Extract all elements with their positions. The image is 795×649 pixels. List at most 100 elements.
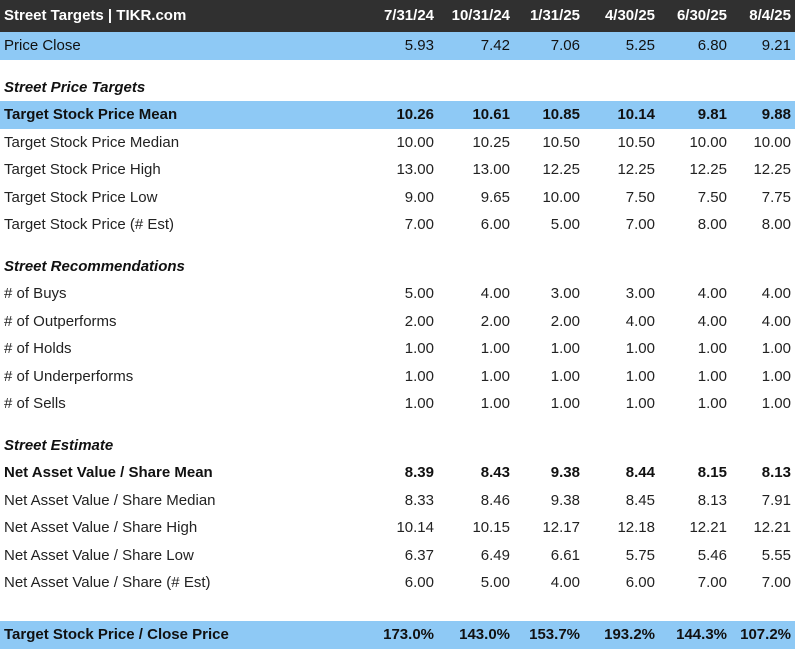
row-label: # of Sells xyxy=(4,395,66,412)
cell-value: 10.00 xyxy=(542,188,580,206)
row-label: Target Stock Price Mean xyxy=(4,106,178,123)
date-header: 10/31/24 xyxy=(451,7,510,24)
cell-value: 5.93 xyxy=(404,37,434,54)
cell-value: 13.00 xyxy=(472,161,510,178)
cell-value: 4.00 xyxy=(480,285,510,302)
cell-value: 7.75 xyxy=(761,188,791,206)
row-label: Net Asset Value / Share Median xyxy=(4,491,216,509)
row-label: Target Stock Price / Close Price xyxy=(4,625,229,643)
cell-value: 1.00 xyxy=(625,367,655,385)
cell-value: 9.21 xyxy=(761,37,791,54)
row-label: Price Close xyxy=(4,37,81,54)
date-header: 6/30/25 xyxy=(676,7,727,24)
cell-value: 12.21 xyxy=(753,519,791,536)
spacer-row xyxy=(0,418,795,432)
cell-value: 10.26 xyxy=(396,106,434,123)
cell-value: 7.00 xyxy=(697,574,727,591)
date-header: 7/31/24 xyxy=(383,7,434,24)
table-row: Net Asset Value / Share (# Est) 6.00 5.0… xyxy=(0,569,795,597)
row-label: Target Stock Price Low xyxy=(4,188,158,206)
cell-value: 9.65 xyxy=(480,188,510,206)
cell-value: 8.44 xyxy=(625,464,655,481)
cell-value: 143.0% xyxy=(459,625,510,643)
section-title: Street Recommendations xyxy=(4,257,185,275)
price-close-row: Price Close 5.93 7.42 7.06 5.25 6.80 9.2… xyxy=(0,32,795,60)
cell-value: 7.50 xyxy=(697,188,727,206)
cell-value: 12.25 xyxy=(753,161,791,178)
cell-value: 7.00 xyxy=(761,574,791,591)
cell-value: 1.00 xyxy=(625,340,655,357)
cell-value: 3.00 xyxy=(625,285,655,302)
cell-value: 10.50 xyxy=(542,133,580,151)
date-header: 8/4/25 xyxy=(749,7,791,24)
cell-value: 5.00 xyxy=(480,574,510,591)
cell-value: 8.39 xyxy=(404,464,434,481)
cell-value: 10.14 xyxy=(617,106,655,123)
cell-value: 8.45 xyxy=(625,491,655,509)
cell-value: 2.00 xyxy=(550,312,580,330)
section-header: Street Recommendations xyxy=(0,253,795,281)
table-row: # of Outperforms 2.00 2.00 2.00 4.00 4.0… xyxy=(0,308,795,336)
cell-value: 1.00 xyxy=(697,340,727,357)
cell-value: 6.00 xyxy=(404,574,434,591)
street-targets-table: Street Targets | TIKR.com 7/31/24 10/31/… xyxy=(0,0,795,649)
table-row: # of Buys 5.00 4.00 3.00 3.00 4.00 4.00 xyxy=(0,280,795,308)
table-row: Net Asset Value / Share Low 6.37 6.49 6.… xyxy=(0,542,795,570)
cell-value: 8.43 xyxy=(480,464,510,481)
cell-value: 10.61 xyxy=(472,106,510,123)
cell-value: 6.49 xyxy=(480,546,510,564)
ratio-row: Target Stock Price / Close Price 173.0% … xyxy=(0,620,795,649)
row-label: Target Stock Price Median xyxy=(4,133,180,151)
cell-value: 1.00 xyxy=(625,395,655,412)
spacer-row xyxy=(0,239,795,253)
cell-value: 8.15 xyxy=(697,464,727,481)
cell-value: 1.00 xyxy=(404,367,434,385)
table-row: # of Holds 1.00 1.00 1.00 1.00 1.00 1.00 xyxy=(0,335,795,363)
cell-value: 5.25 xyxy=(625,37,655,54)
cell-value: 7.50 xyxy=(625,188,655,206)
cell-value: 7.00 xyxy=(404,216,434,233)
cell-value: 10.15 xyxy=(472,519,510,536)
cell-value: 4.00 xyxy=(697,285,727,302)
row-label: Net Asset Value / Share High xyxy=(4,519,198,536)
cell-value: 5.75 xyxy=(625,546,655,564)
table-row: Net Asset Value / Share Mean 8.39 8.43 9… xyxy=(0,459,795,487)
row-label: Net Asset Value / Share (# Est) xyxy=(4,574,211,591)
cell-value: 6.00 xyxy=(625,574,655,591)
cell-value: 1.00 xyxy=(404,395,434,412)
cell-value: 1.00 xyxy=(697,367,727,385)
cell-value: 9.38 xyxy=(550,491,580,509)
cell-value: 12.17 xyxy=(542,519,580,536)
cell-value: 12.25 xyxy=(689,161,727,178)
cell-value: 1.00 xyxy=(404,340,434,357)
row-label: # of Underperforms xyxy=(4,367,134,385)
table-row: Target Stock Price Mean 10.26 10.61 10.8… xyxy=(0,101,795,129)
cell-value: 2.00 xyxy=(404,312,434,330)
cell-value: 4.00 xyxy=(550,574,580,591)
cell-value: 10.00 xyxy=(396,133,434,151)
cell-value: 10.85 xyxy=(542,106,580,123)
table-row: Net Asset Value / Share Median 8.33 8.46… xyxy=(0,487,795,515)
cell-value: 107.2% xyxy=(740,625,791,643)
cell-value: 8.46 xyxy=(480,491,510,509)
table-title: Street Targets | TIKR.com xyxy=(4,7,187,24)
cell-value: 12.18 xyxy=(617,519,655,536)
table-row: Net Asset Value / Share High 10.14 10.15… xyxy=(0,514,795,542)
cell-value: 1.00 xyxy=(761,340,791,357)
cell-value: 5.55 xyxy=(761,546,791,564)
section-title: Street Price Targets xyxy=(4,78,146,96)
cell-value: 1.00 xyxy=(480,395,510,412)
section-title: Street Estimate xyxy=(4,436,114,454)
cell-value: 8.13 xyxy=(697,491,727,509)
cell-value: 9.88 xyxy=(761,106,791,123)
cell-value: 9.38 xyxy=(550,464,580,481)
table-row: # of Sells 1.00 1.00 1.00 1.00 1.00 1.00 xyxy=(0,390,795,418)
cell-value: 1.00 xyxy=(550,367,580,385)
cell-value: 6.80 xyxy=(697,37,727,54)
cell-value: 7.00 xyxy=(625,216,655,233)
cell-value: 1.00 xyxy=(480,367,510,385)
row-label: # of Holds xyxy=(4,340,72,357)
date-header: 1/31/25 xyxy=(529,7,580,24)
cell-value: 1.00 xyxy=(550,395,580,412)
cell-value: 10.25 xyxy=(472,133,510,151)
